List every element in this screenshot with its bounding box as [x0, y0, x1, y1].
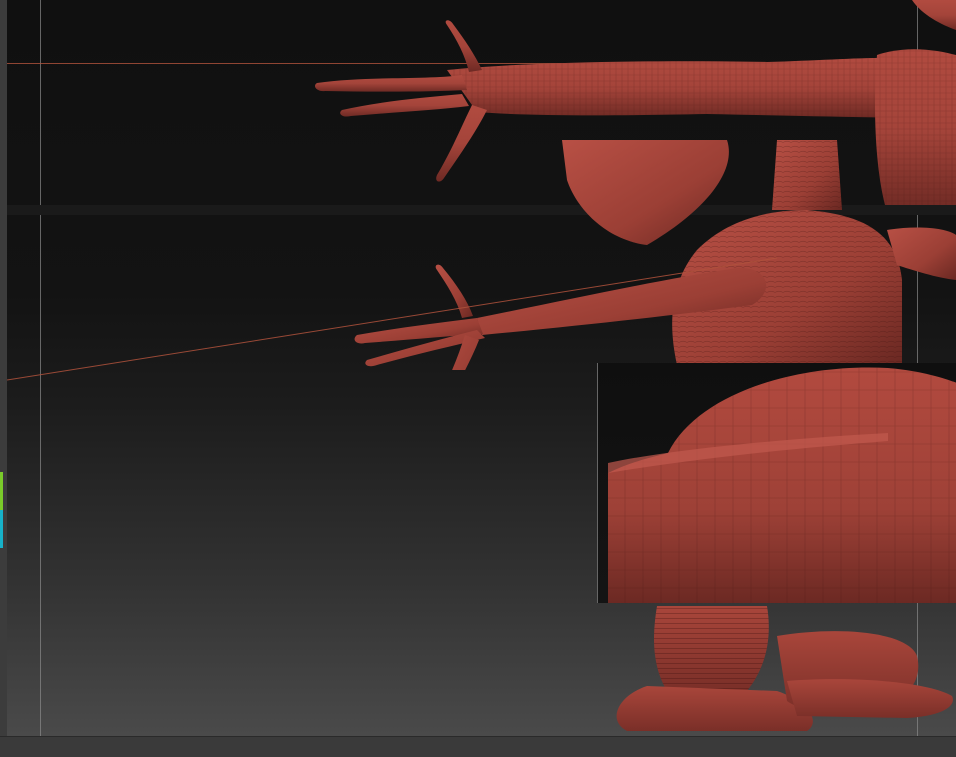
legs-render: [616, 606, 953, 731]
inset-render-panel[interactable]: [597, 363, 956, 603]
status-indicator-icon: [0, 472, 3, 548]
diagonal-guide: [7, 257, 778, 381]
left-edge-bar: [0, 0, 7, 736]
canvas-viewport[interactable]: [7, 0, 956, 736]
bottom-status-bar: [0, 736, 956, 757]
inset-closeup-render: [608, 367, 956, 603]
